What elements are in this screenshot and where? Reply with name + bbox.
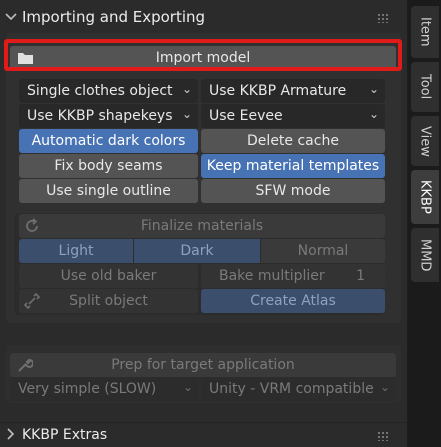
tab-label: Item <box>417 17 433 47</box>
fix-body-seams-toggle[interactable]: Fix body seams <box>19 154 198 178</box>
automatic-dark-colors-toggle[interactable]: Automatic dark colors <box>19 129 198 153</box>
drag-grip-icon[interactable] <box>377 13 389 23</box>
mode-label: Light <box>58 243 94 259</box>
split-object-label: Split object <box>69 293 148 309</box>
shapekeys-value: Use KKBP shapekeys <box>27 108 173 124</box>
import-model-button[interactable]: Import model <box>10 46 396 70</box>
tab-mmd[interactable]: MMD <box>411 228 439 282</box>
panel-title: Importing and Exporting <box>22 8 206 26</box>
toggle-label: Keep material templates <box>206 158 380 174</box>
mode-label: Normal <box>297 243 349 259</box>
tab-label: MMD <box>417 238 433 272</box>
simplify-dropdown[interactable]: Very simple (SLOW) ⌄ <box>10 377 199 401</box>
toggle-label: Automatic dark colors <box>31 133 186 149</box>
tab-kkbp[interactable]: KKBP <box>411 170 439 224</box>
chevron-down-icon: ⌄ <box>379 380 390 394</box>
chevron-down-icon: ⌄ <box>181 82 192 96</box>
refresh-icon <box>23 217 41 235</box>
render-engine-dropdown[interactable]: Use Eevee ⌄ <box>201 104 385 128</box>
link-icon <box>23 292 41 310</box>
chevron-right-icon <box>0 427 22 443</box>
bake-multiplier-label: Bake multiplier <box>219 268 325 284</box>
tab-item[interactable]: Item <box>411 6 439 58</box>
armature-value: Use KKBP Armature <box>209 83 347 99</box>
folder-icon <box>16 50 34 66</box>
toggle-label: Use single outline <box>46 183 171 199</box>
panel-header[interactable]: Importing and Exporting <box>0 2 407 32</box>
armature-dropdown[interactable]: Use KKBP Armature ⌄ <box>201 79 385 103</box>
chevron-down-icon: ⌄ <box>368 82 379 96</box>
kkbp-extras-header[interactable]: KKBP Extras <box>0 422 407 447</box>
mode-light-button[interactable]: Light <box>19 239 133 263</box>
sfw-mode-toggle[interactable]: SFW mode <box>201 179 385 203</box>
delete-cache-toggle[interactable]: Delete cache <box>201 129 385 153</box>
chevron-down-icon <box>0 10 22 25</box>
shapekeys-dropdown[interactable]: Use KKBP shapekeys ⌄ <box>19 104 198 128</box>
target-app-value: Unity - VRM compatible <box>209 381 374 397</box>
bake-multiplier-value: 1 <box>356 268 365 284</box>
tab-label: Tool <box>417 74 433 100</box>
create-atlas-button[interactable]: Create Atlas <box>201 289 385 313</box>
toggle-label: Delete cache <box>247 133 339 149</box>
split-object-button[interactable]: Split object <box>19 289 198 313</box>
toggle-label: SFW mode <box>255 183 331 199</box>
clothes-mode-dropdown[interactable]: Single clothes object ⌄ <box>19 79 198 103</box>
render-engine-value: Use Eevee <box>209 108 283 124</box>
chevron-down-icon: ⌄ <box>182 380 193 394</box>
tab-label: KKBP <box>417 180 433 214</box>
create-atlas-label: Create Atlas <box>250 293 336 309</box>
bake-multiplier-field[interactable]: Bake multiplier 1 <box>201 264 385 288</box>
tab-tool[interactable]: Tool <box>411 62 439 112</box>
tab-view[interactable]: View <box>411 116 439 166</box>
chevron-down-icon: ⌄ <box>368 107 379 121</box>
import-model-label: Import model <box>155 50 251 66</box>
clothes-mode-value: Single clothes object <box>27 83 173 99</box>
prep-target-button[interactable]: Prep for target application <box>10 353 396 377</box>
target-app-dropdown[interactable]: Unity - VRM compatible ⌄ <box>201 377 396 401</box>
tab-label: View <box>417 125 433 157</box>
toggle-label: Fix body seams <box>54 158 163 174</box>
chevron-down-icon: ⌄ <box>181 107 192 121</box>
finalize-materials-button[interactable]: Finalize materials <box>19 214 385 238</box>
keep-material-templates-toggle[interactable]: Keep material templates <box>201 154 385 178</box>
use-old-baker-toggle[interactable]: Use old baker <box>19 264 198 288</box>
drag-grip-icon[interactable] <box>377 431 389 441</box>
simplify-value: Very simple (SLOW) <box>18 381 157 397</box>
wrench-icon <box>16 356 34 374</box>
mode-dark-button[interactable]: Dark <box>134 239 260 263</box>
kkbp-extras-title: KKBP Extras <box>22 427 108 443</box>
sidebar-tabs: Item Tool View KKBP MMD <box>408 0 441 447</box>
toggle-label: Use old baker <box>60 268 157 284</box>
prep-target-label: Prep for target application <box>111 357 295 373</box>
mode-label: Dark <box>180 243 214 259</box>
use-single-outline-toggle[interactable]: Use single outline <box>19 179 198 203</box>
finalize-materials-label: Finalize materials <box>140 218 264 234</box>
mode-normal-button[interactable]: Normal <box>261 239 385 263</box>
